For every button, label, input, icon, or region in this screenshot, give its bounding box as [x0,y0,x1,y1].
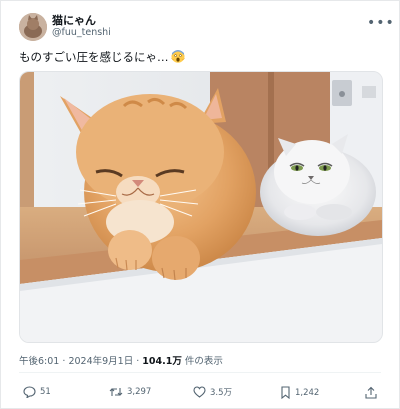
bookmark-icon [280,386,291,399]
like-button[interactable]: 3.5万 [193,386,232,398]
reply-count: 51 [40,387,51,397]
repost-icon [109,386,123,398]
cats-photo [20,72,382,342]
bookmark-button[interactable]: 1,242 [280,386,319,399]
share-button[interactable] [365,386,377,399]
tweet-date[interactable]: 2024年9月1日 [68,356,133,367]
bookmark-count: 1,242 [295,387,320,398]
more-options-icon[interactable]: ••• [367,15,395,31]
like-count: 3.5万 [210,388,233,398]
heart-icon [193,386,206,398]
avatar[interactable] [19,13,47,41]
repost-button[interactable]: 3,297 [109,386,151,398]
views-label: 件の表示 [184,356,223,367]
tweet-photo[interactable] [19,71,383,343]
avatar-image [19,13,47,41]
display-name[interactable]: 猫にゃん [52,12,96,28]
tweet-text: ものすごい圧を感じるにゃ… [19,49,185,65]
repost-count: 3,297 [127,387,152,397]
tweet-meta: 午後6:01 · 2024年9月1日 · 104.1万 件の表示 [19,353,223,367]
tweet-time[interactable]: 午後6:01 [19,356,59,367]
divider [19,372,381,373]
reply-icon [23,386,36,398]
share-icon [365,386,377,399]
views-count: 104.1万 [142,356,182,367]
meta-separator: · [62,356,66,367]
tweet-text-body: ものすごい圧を感じるにゃ… [19,50,169,64]
user-handle[interactable]: @fuu_tenshi [52,27,111,38]
reply-button[interactable]: 51 [23,386,51,398]
meta-separator: · [136,356,140,367]
scream-face-icon [170,50,185,63]
tweet-card: 猫にゃん @fuu_tenshi ••• ものすごい圧を感じるにゃ… 午後6:0… [0,0,400,409]
